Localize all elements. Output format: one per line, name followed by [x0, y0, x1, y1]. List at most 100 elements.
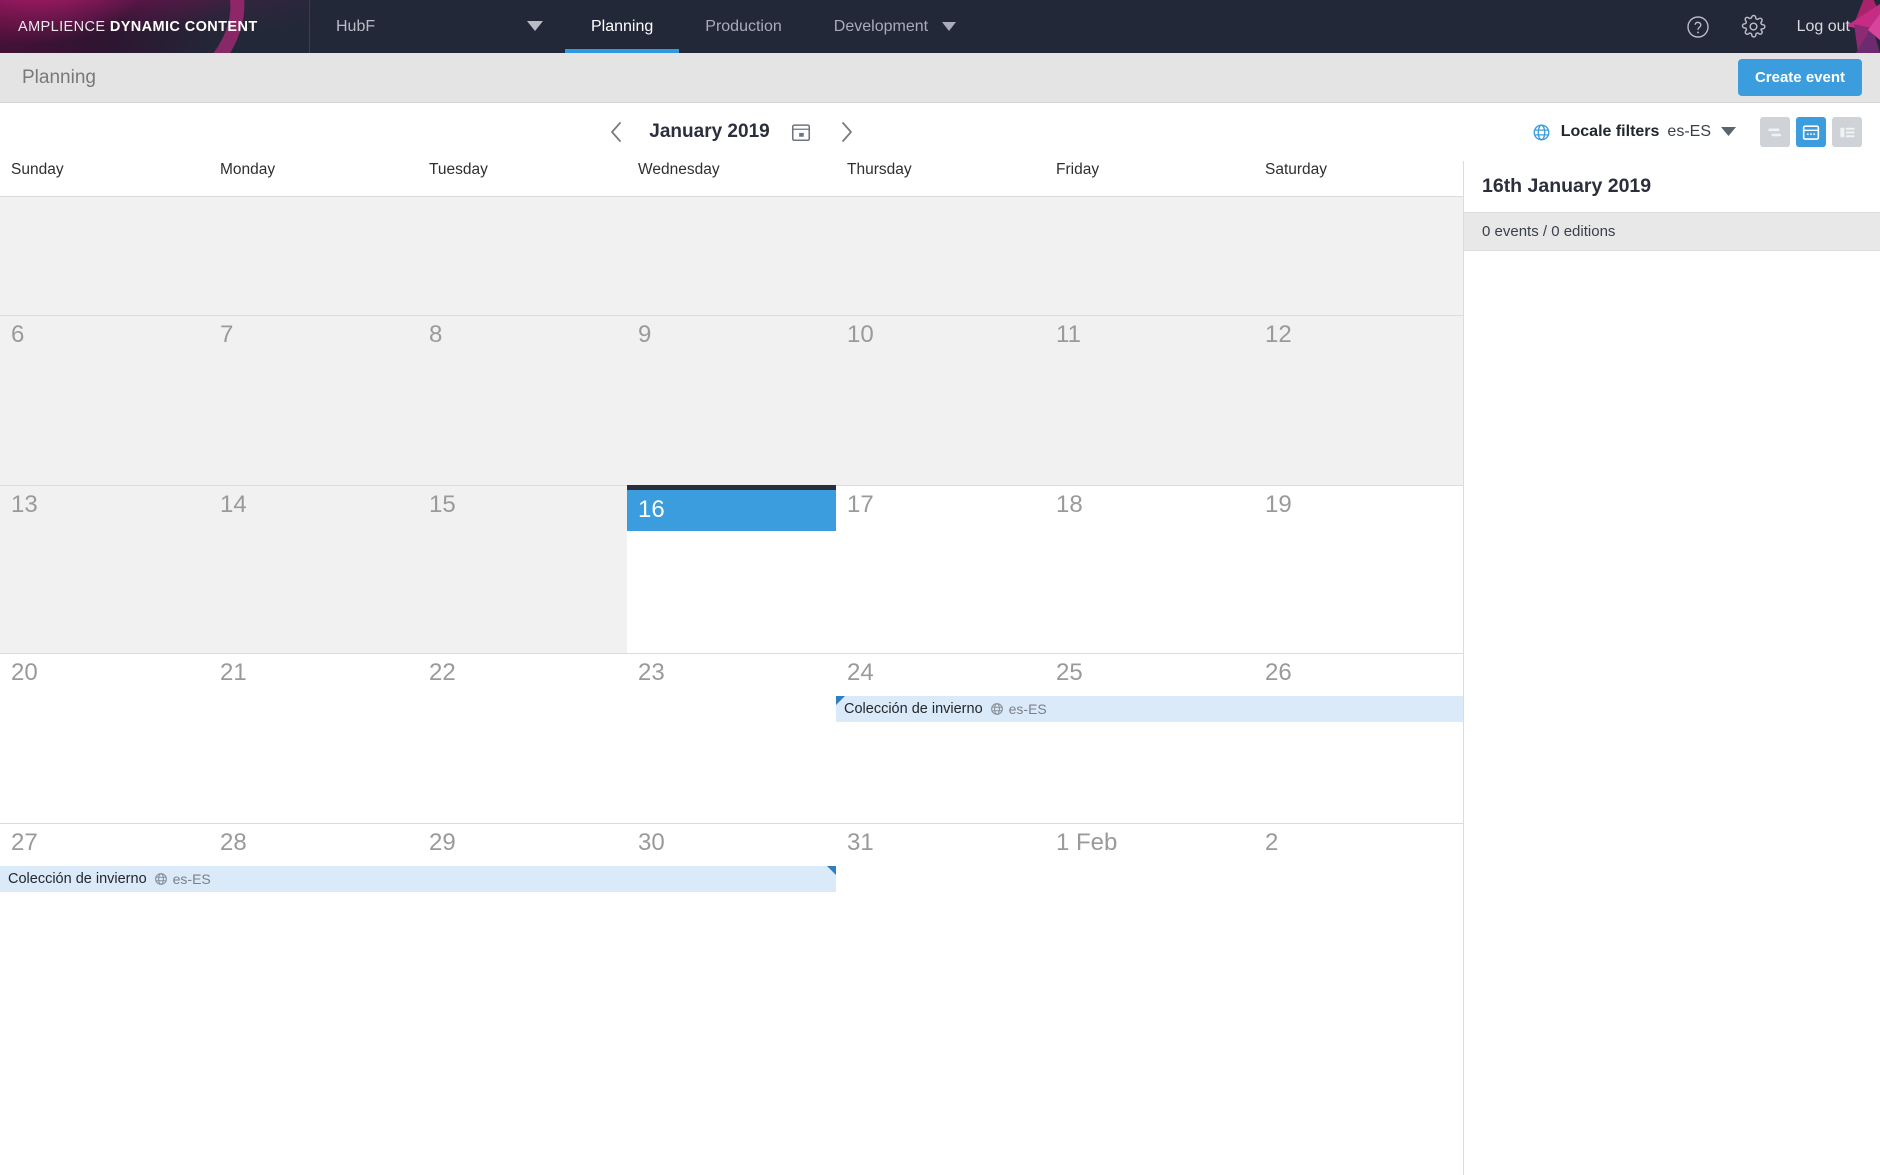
- calendar-week-row: 6 7 8 9 10 11 12: [0, 315, 1463, 485]
- hub-selector[interactable]: HubF: [310, 0, 565, 53]
- calendar-day-number: 30: [638, 829, 665, 856]
- calendar-event-bar[interactable]: Colección de invierno es-ES: [0, 866, 836, 892]
- calendar-view-button[interactable]: [1796, 117, 1826, 147]
- calendar-day-number: 18: [1056, 491, 1083, 518]
- calendar-day-cell[interactable]: 10: [836, 316, 1045, 485]
- event-locale-label: es-ES: [1008, 701, 1047, 717]
- current-month-label: January 2019: [649, 121, 770, 142]
- event-title: Colección de invierno: [8, 871, 147, 887]
- calendar-day-number: 10: [847, 321, 874, 348]
- calendar-day-cell[interactable]: 21: [209, 654, 418, 823]
- calendar-day-cell[interactable]: 11: [1045, 316, 1254, 485]
- calendar-day-cells: 27 28 29 30 31 1 Feb 2: [0, 824, 1463, 993]
- weekday-sunday: Sunday: [11, 161, 64, 178]
- calendar-day-number: 15: [429, 491, 456, 518]
- help-circle-icon[interactable]: [1685, 14, 1711, 40]
- calendar-day-cell[interactable]: 12: [1254, 316, 1463, 485]
- calendar-day-cell[interactable]: 7: [209, 316, 418, 485]
- tab-planning[interactable]: Planning: [565, 0, 680, 53]
- list-view-button[interactable]: [1832, 117, 1862, 147]
- tab-development[interactable]: Development: [808, 0, 982, 53]
- calendar-day-cell[interactable]: [1254, 197, 1463, 315]
- calendar-day-cell[interactable]: 23: [627, 654, 836, 823]
- calendar-day-cell[interactable]: 16: [627, 485, 836, 653]
- calendar-day-number: 31: [847, 829, 874, 856]
- create-event-button[interactable]: Create event: [1737, 59, 1862, 96]
- calendar-day-cell[interactable]: [418, 197, 627, 315]
- day-detail-count: 0 events / 0 editions: [1464, 212, 1880, 251]
- calendar-day-cell[interactable]: 28: [209, 824, 418, 993]
- calendar-day-cell[interactable]: [209, 197, 418, 315]
- calendar-event-bar[interactable]: Colección de invierno es-ES: [836, 696, 1463, 722]
- logout-button[interactable]: Log out: [1797, 18, 1850, 36]
- event-title: Colección de invierno: [844, 701, 983, 717]
- calendar-day-cells: 13 14 15 16 17 18 19: [0, 485, 1463, 653]
- calendar-day-cell[interactable]: [627, 197, 836, 315]
- calendar-day-cell[interactable]: 20: [0, 654, 209, 823]
- calendar-day-number: 24: [847, 659, 874, 686]
- calendar-day-number: 12: [1265, 321, 1292, 348]
- day-detail-panel: 16th January 2019 0 events / 0 editions: [1463, 161, 1880, 1175]
- calendar-day-cell[interactable]: [1045, 197, 1254, 315]
- calendar-week-row: 13 14 15 16 17 18 19: [0, 485, 1463, 653]
- calendar-day-cell[interactable]: 24: [836, 654, 1045, 823]
- event-end-marker: [827, 866, 836, 875]
- calendar-day-cells: [0, 197, 1463, 315]
- calendar-day-number: 11: [1056, 321, 1081, 348]
- calendar-day-number: 27: [11, 829, 38, 856]
- chevron-right-icon[interactable]: [832, 117, 862, 147]
- calendar-day-number: 14: [220, 491, 247, 518]
- calendar-day-cell[interactable]: 31: [836, 824, 1045, 993]
- calendar-day-cells: 6 7 8 9 10 11 12: [0, 316, 1463, 485]
- locale-filter-area: Locale filters es-ES: [1532, 117, 1862, 147]
- calendar-day-cell[interactable]: 29: [418, 824, 627, 993]
- chevron-down-icon[interactable]: [1721, 123, 1736, 141]
- calendar-day-cell[interactable]: [836, 197, 1045, 315]
- calendar-day-cell[interactable]: 8: [418, 316, 627, 485]
- tab-production[interactable]: Production: [679, 0, 808, 53]
- calendar-day-cell[interactable]: 13: [0, 486, 209, 653]
- tab-planning-label: Planning: [591, 17, 654, 35]
- calendar-day-number: 28: [220, 829, 247, 856]
- calendar-day-cell[interactable]: 27: [0, 824, 209, 993]
- calendar-day-number: 17: [847, 491, 874, 518]
- main-content: Sunday Monday Tuesday Wednesday Thursday…: [0, 161, 1880, 1175]
- calendar-day-number: 22: [429, 659, 456, 686]
- chevron-left-icon[interactable]: [601, 117, 631, 147]
- weekday-monday: Monday: [220, 161, 276, 178]
- timeline-view-button[interactable]: [1760, 117, 1790, 147]
- weekday-thursday: Thursday: [847, 161, 912, 178]
- calendar-day-cell[interactable]: 15: [418, 486, 627, 653]
- calendar-day-number: 6: [11, 321, 25, 348]
- calendar-week-row: [0, 196, 1463, 315]
- weekday-saturday: Saturday: [1265, 161, 1328, 178]
- calendar-day-cell[interactable]: 9: [627, 316, 836, 485]
- locale-filter-value[interactable]: es-ES: [1667, 123, 1711, 141]
- calendar-day-number: 2: [1265, 829, 1279, 856]
- calendar-day-cell[interactable]: 6: [0, 316, 209, 485]
- calendar-day-number: 7: [220, 321, 234, 348]
- brand-text: AMPLIENCE DYNAMIC CONTENT: [18, 19, 258, 35]
- calendar-day-cell[interactable]: 22: [418, 654, 627, 823]
- calendar-day-cell[interactable]: 17: [836, 486, 1045, 653]
- calendar-icon[interactable]: [788, 119, 814, 145]
- calendar-day-cell[interactable]: 26: [1254, 654, 1463, 823]
- calendar-day-cell[interactable]: 1 Feb: [1045, 824, 1254, 993]
- calendar-day-number: 23: [638, 659, 665, 686]
- calendar-day-cell[interactable]: 30: [627, 824, 836, 993]
- calendar-day-cell[interactable]: 18: [1045, 486, 1254, 653]
- calendar-day-number: 26: [1265, 659, 1292, 686]
- calendar-day-cell[interactable]: 25: [1045, 654, 1254, 823]
- tab-development-label: Development: [833, 17, 929, 35]
- calendar-day-cell[interactable]: 14: [209, 486, 418, 653]
- calendar-day-cells: 20 21 22 23 24 25 26: [0, 654, 1463, 823]
- calendar-day-number: 8: [429, 321, 443, 348]
- calendar-day-number: 13: [11, 491, 38, 518]
- brand-logo[interactable]: AMPLIENCE DYNAMIC CONTENT: [0, 0, 310, 53]
- calendar-day-cell[interactable]: [0, 197, 209, 315]
- gear-icon[interactable]: [1741, 14, 1767, 40]
- chevron-down-icon: [942, 18, 957, 36]
- calendar-day-cell[interactable]: 19: [1254, 486, 1463, 653]
- calendar-day-cell[interactable]: 2: [1254, 824, 1463, 993]
